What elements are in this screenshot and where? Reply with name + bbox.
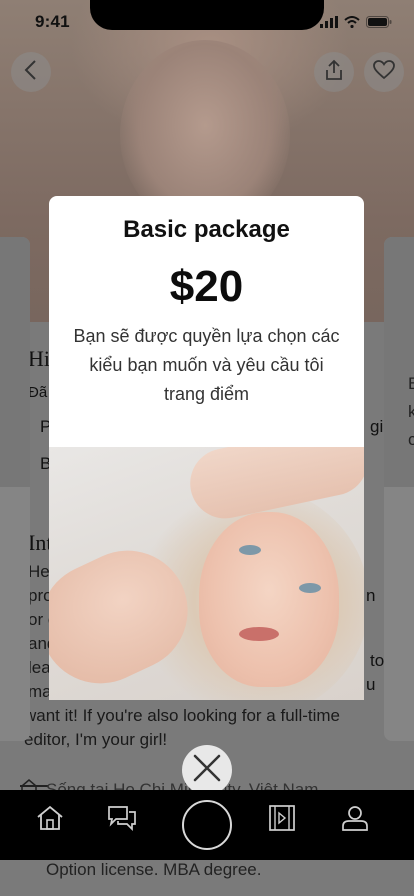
status-bar: 9:41 <box>0 0 414 44</box>
package-price: $20 <box>169 262 244 311</box>
close-icon <box>192 753 222 788</box>
home-icon <box>36 804 64 837</box>
back-button[interactable] <box>11 52 51 92</box>
intro-fragment-right: n <box>366 586 376 605</box>
package-photo <box>49 447 364 700</box>
chat-icon <box>107 804 137 837</box>
wifi-icon <box>344 15 360 33</box>
chevron-left-icon <box>23 59 39 86</box>
status-icons <box>320 15 392 33</box>
package-card[interactable]: Basic package $20 Bạn sẽ được quyền lựa … <box>49 196 364 700</box>
film-icon <box>268 804 296 837</box>
tab-bar <box>0 790 414 860</box>
profile-detail-fragment-right: gi <box>370 417 384 436</box>
tab-chat[interactable] <box>107 804 137 837</box>
next-card-text: B k c <box>408 370 414 454</box>
share-button[interactable] <box>314 52 354 92</box>
next-package-card[interactable] <box>384 237 414 741</box>
signal-icon <box>320 15 338 33</box>
package-title: Basic package <box>123 216 290 243</box>
tab-home[interactable] <box>36 804 64 837</box>
tab-record[interactable] <box>182 800 232 850</box>
tab-profile[interactable] <box>341 804 369 837</box>
profile-name-fragment: Hi <box>28 346 50 371</box>
device-notch <box>90 0 324 30</box>
next-card-letter: c <box>408 430 414 449</box>
favorite-button[interactable] <box>364 52 404 92</box>
intro-fragment-right: to <box>370 651 385 670</box>
prev-package-card[interactable] <box>0 237 30 741</box>
footer-text: Option license. MBA degree. <box>46 860 262 879</box>
intro-fragment-right: u <box>366 675 376 694</box>
tab-videos[interactable] <box>268 804 296 837</box>
next-card-letter: B <box>408 374 414 393</box>
share-icon <box>324 59 344 86</box>
heart-icon <box>373 59 395 85</box>
package-description: Bạn sẽ được quyền lựa chọn các kiểu bạn … <box>73 326 340 404</box>
status-time: 9:41 <box>35 12 70 31</box>
intro-line: want it! If you're also looking for a fu… <box>24 706 340 725</box>
next-card-letter: k <box>408 402 414 421</box>
close-button[interactable] <box>182 745 232 795</box>
user-icon <box>341 804 369 837</box>
battery-icon <box>366 15 392 33</box>
